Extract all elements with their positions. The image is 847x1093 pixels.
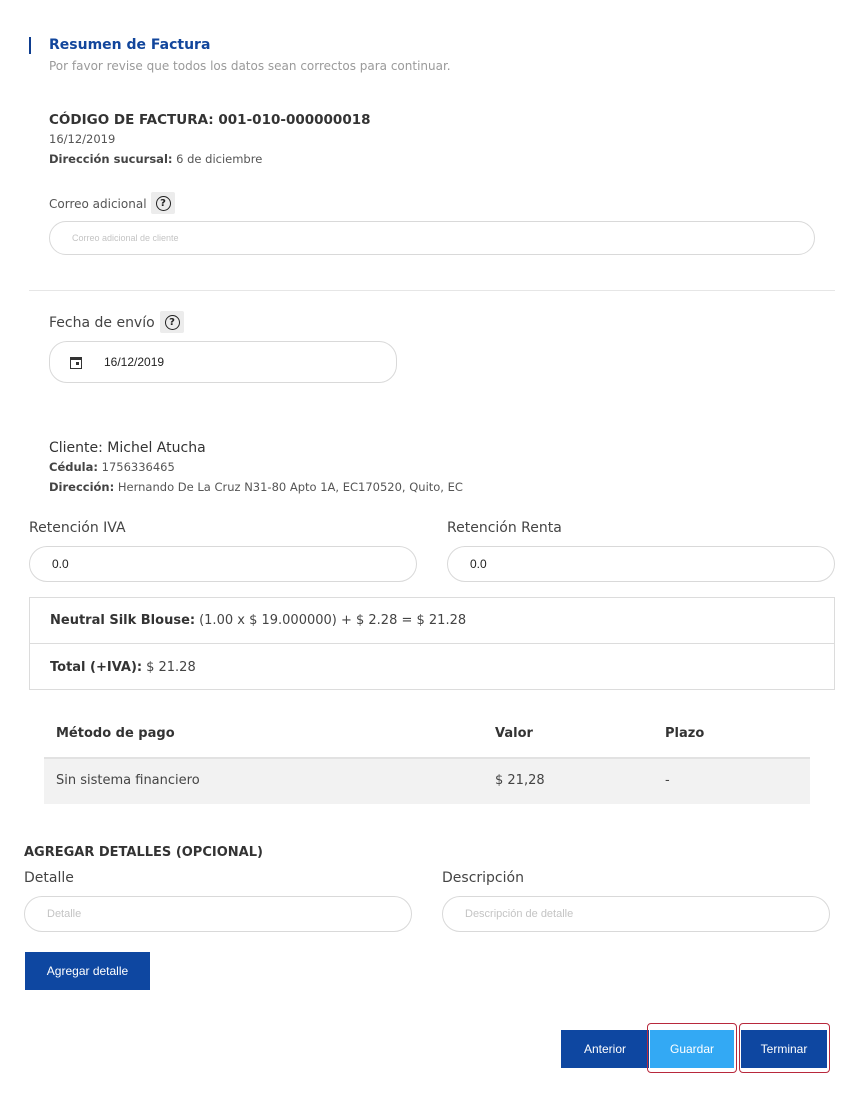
payment-value-cell: $ 21,28 (495, 773, 545, 788)
detail-label: Detalle (24, 870, 74, 886)
payment-term-cell: - (665, 773, 670, 788)
save-button[interactable]: Guardar (650, 1030, 734, 1068)
client-id-value: 1756336465 (101, 460, 175, 474)
payment-header-value: Valor (495, 726, 533, 741)
detail-field-wrapper (24, 896, 412, 932)
page-title: Resumen de Factura (49, 37, 211, 53)
send-date-field[interactable]: 16/12/2019 (49, 341, 397, 383)
branch-label: Dirección sucursal: (49, 152, 173, 166)
page-subtitle: Por favor revise que todos los datos sea… (49, 59, 451, 73)
question-circle-icon: ? (164, 314, 180, 330)
branch-value: 6 de diciembre (176, 152, 263, 166)
payment-header-term: Plazo (665, 726, 705, 741)
finish-button[interactable]: Terminar (741, 1030, 827, 1068)
invoice-date: 16/12/2019 (49, 132, 116, 146)
summary-total-value: $ 21.28 (146, 659, 196, 675)
payment-method-cell: Sin sistema financiero (56, 773, 200, 788)
details-section-title: AGREGAR DETALLES (OPCIONAL) (24, 845, 263, 860)
extra-email-label: Correo adicional (49, 197, 147, 211)
question-circle-icon: ? (155, 195, 171, 211)
send-date-label: Fecha de envío (49, 315, 155, 331)
summary-item-name: Neutral Silk Blouse: (50, 613, 196, 628)
retention-iva-input[interactable] (50, 556, 416, 572)
description-input[interactable] (463, 907, 829, 921)
summary-item-row: Neutral Silk Blouse: (1.00 x $ 19.000000… (30, 598, 834, 644)
retention-iva-wrapper (29, 546, 417, 582)
description-field-wrapper (442, 896, 830, 932)
extra-email-field-wrapper (49, 221, 815, 255)
calendar-icon (70, 356, 82, 369)
client-address-value: Hernando De La Cruz N31-80 Apto 1A, EC17… (117, 480, 463, 494)
send-date-help-button[interactable]: ? (160, 311, 184, 333)
summary-total-row: Total (+IVA): $ 21.28 (30, 644, 834, 690)
table-row: Sin sistema financiero $ 21,28 - (44, 759, 810, 804)
extra-email-input[interactable] (70, 232, 814, 244)
extra-email-help-button[interactable]: ? (151, 192, 175, 214)
client-id-label: Cédula: (49, 460, 98, 474)
invoice-summary: Neutral Silk Blouse: (1.00 x $ 19.000000… (29, 597, 835, 690)
previous-button[interactable]: Anterior (561, 1030, 649, 1068)
summary-total-label: Total (+IVA): (50, 659, 143, 675)
payment-header-method: Método de pago (56, 726, 175, 741)
summary-item-calc: (1.00 x $ 19.000000) + $ 2.28 = $ 21.28 (199, 613, 467, 628)
retention-renta-input[interactable] (468, 556, 834, 572)
client-id: Cédula: 1756336465 (49, 460, 175, 474)
invoice-branch: Dirección sucursal: 6 de diciembre (49, 152, 262, 166)
description-label: Descripción (442, 870, 524, 886)
client-name: Cliente: Michel Atucha (49, 440, 206, 456)
retention-iva-label: Retención IVA (29, 520, 126, 536)
detail-input[interactable] (45, 907, 411, 921)
section-divider (29, 290, 835, 291)
header-accent-bar (29, 37, 31, 54)
retention-renta-label: Retención Renta (447, 520, 562, 536)
send-date-value: 16/12/2019 (104, 355, 165, 369)
client-address: Dirección: Hernando De La Cruz N31-80 Ap… (49, 480, 463, 494)
invoice-code: CÓDIGO DE FACTURA: 001-010-000000018 (49, 112, 371, 128)
client-address-label: Dirección: (49, 480, 115, 494)
retention-renta-wrapper (447, 546, 835, 582)
add-detail-button[interactable]: Agregar detalle (25, 952, 150, 990)
